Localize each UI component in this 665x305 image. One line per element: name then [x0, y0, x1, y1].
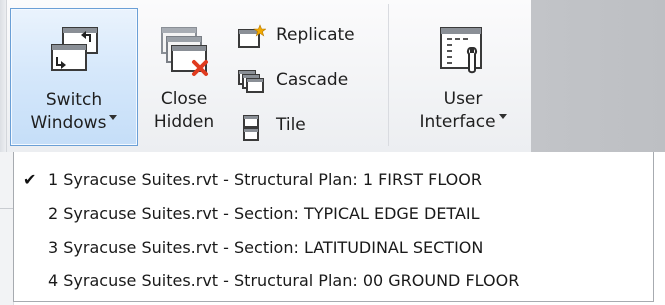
- close-hidden-label-2: Hidden: [153, 112, 215, 132]
- switch-windows-menu: ✔ 1 Syracuse Suites.rvt - Structural Pla…: [13, 152, 654, 302]
- side-strip: [0, 152, 14, 305]
- switch-windows-label-2: Windows: [30, 113, 107, 133]
- replicate-label: Replicate: [276, 25, 355, 45]
- ribbon-window-panel: Switch Windows Close Hidden Replicate Ca…: [0, 0, 665, 152]
- tile-icon: [236, 114, 266, 153]
- cascade-icon: [236, 69, 266, 106]
- side-strip-divider: [0, 208, 13, 209]
- close-hidden-label-1: Close: [160, 89, 208, 109]
- switch-windows-button[interactable]: Switch Windows: [10, 8, 138, 146]
- panel-separator: [388, 4, 389, 146]
- replicate-icon: [236, 24, 267, 61]
- switch-windows-icon: [46, 25, 102, 82]
- ribbon-background-region: [531, 0, 665, 152]
- user-interface-button[interactable]: User Interface: [408, 8, 518, 146]
- replicate-button[interactable]: Replicate: [232, 19, 382, 51]
- tile-button[interactable]: Tile: [232, 109, 382, 141]
- dropdown-arrow-icon: [498, 114, 507, 119]
- menu-item-label: 4 Syracuse Suites.rvt - Structural Plan:…: [48, 271, 520, 290]
- tile-label: Tile: [276, 115, 306, 135]
- menu-item-window-1[interactable]: ✔ 1 Syracuse Suites.rvt - Structural Pla…: [14, 164, 653, 196]
- menu-item-label: 3 Syracuse Suites.rvt - Section: LATITUD…: [48, 238, 484, 257]
- user-interface-icon: [435, 24, 491, 85]
- menu-item-window-4[interactable]: 4 Syracuse Suites.rvt - Structural Plan:…: [14, 265, 653, 297]
- checkmark-icon: ✔: [23, 170, 37, 189]
- menu-item-label: 1 Syracuse Suites.rvt - Structural Plan:…: [48, 170, 482, 189]
- user-interface-label-1: User: [443, 89, 483, 109]
- dropdown-arrow-icon: [109, 115, 118, 120]
- cascade-button[interactable]: Cascade: [232, 64, 382, 96]
- close-hidden-button[interactable]: Close Hidden: [144, 8, 224, 146]
- cascade-label: Cascade: [276, 70, 349, 90]
- close-hidden-icon: [156, 24, 212, 87]
- switch-windows-label-1: Switch: [45, 90, 103, 110]
- menu-item-label: 2 Syracuse Suites.rvt - Section: TYPICAL…: [48, 204, 480, 223]
- ribbon-left-edge: [0, 0, 7, 152]
- menu-item-window-2[interactable]: 2 Syracuse Suites.rvt - Section: TYPICAL…: [14, 198, 653, 230]
- user-interface-label-2: Interface: [419, 112, 496, 132]
- menu-item-window-3[interactable]: 3 Syracuse Suites.rvt - Section: LATITUD…: [14, 232, 653, 264]
